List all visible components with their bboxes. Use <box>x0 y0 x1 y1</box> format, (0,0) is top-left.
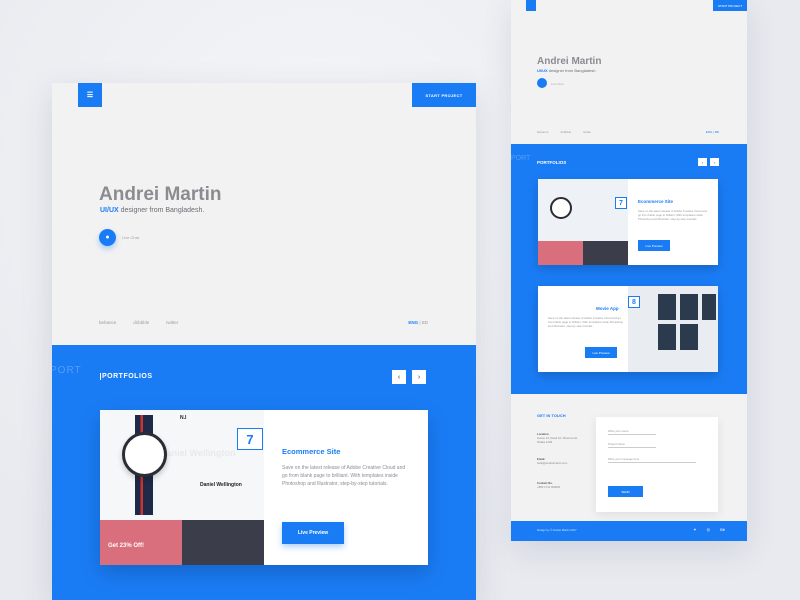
next-arrow-button[interactable]: › <box>412 370 426 384</box>
project-screenshot <box>538 179 628 265</box>
project-field[interactable]: Project Name <box>608 442 656 448</box>
contact-email: Email hello@andreimartin.com <box>537 457 568 465</box>
dribbble-icon[interactable]: ◎ <box>707 527 711 532</box>
social-link-dribbble[interactable]: dribbble <box>561 130 572 134</box>
project-title: Ecommerce Site <box>638 199 674 204</box>
lang-active[interactable]: ENG <box>408 320 418 325</box>
project-number: 7 <box>615 197 627 209</box>
menu-icon[interactable] <box>526 0 536 11</box>
hero-name: Andrei Martin <box>99 184 222 205</box>
portfolio-card-ecommerce: 7 Ecommerce Site Save on the latest rele… <box>538 179 718 265</box>
start-project-button-small[interactable]: START PROJECT <box>713 0 747 11</box>
social-link-twitter[interactable]: twitter <box>166 320 178 325</box>
live-preview-button[interactable]: Live Preview <box>638 240 670 251</box>
portfolio-section: PORT PORTFOLIOS ‹ › Daniel Wellington N.… <box>52 345 476 600</box>
lang-other[interactable]: | BD <box>418 320 428 325</box>
portfolio-card-movie: 8 Movie App Save on the latest release o… <box>538 286 718 372</box>
hero-subtitle-small: UI/UX designer from Bangladesh <box>537 68 596 73</box>
portfolio-title: PORTFOLIOS <box>100 373 153 380</box>
project-description: Save on the latest release of Adobe Crea… <box>282 465 406 487</box>
social-link-twitter[interactable]: twitter <box>583 130 591 134</box>
shot-photo-panel <box>182 520 264 565</box>
prev-arrow-button[interactable]: ‹ <box>698 158 707 166</box>
shot-product: Daniel Wellington <box>200 482 242 488</box>
message-field[interactable]: Write your message here <box>608 457 696 463</box>
live-preview-button[interactable]: Live Preview <box>282 522 344 544</box>
contact-form: Write your name Project Name Write your … <box>596 417 718 512</box>
project-title: Movie App <box>596 306 619 311</box>
role-rest: designer from Bangladesh. <box>118 207 205 214</box>
full-page-mockup: START PROJECT Andrei Martin UI/UX design… <box>511 0 747 541</box>
main-mockup: ☰ START PROJECT Andrei Martin UI/UX desi… <box>52 83 476 600</box>
hero-subtitle: UI/UX designer from Bangladesh. <box>100 207 204 214</box>
live-chat-label: Live Chat <box>122 235 139 240</box>
language-switch[interactable]: ENG | BD <box>408 320 428 325</box>
portfolio-bg-text: PORT <box>511 155 531 162</box>
hero-name-small: Andrei Martin <box>537 56 602 67</box>
live-chat-button[interactable]: ● <box>99 229 116 246</box>
portfolio-card: Daniel Wellington N.I Daniel Wellington … <box>100 410 428 565</box>
live-chat-label-small: Live Chat <box>551 82 564 86</box>
chat-icon[interactable] <box>537 78 547 88</box>
portfolio-bg-text: PORT <box>52 365 82 376</box>
social-link-dribbble[interactable]: dribbble <box>133 320 149 325</box>
footer-text: Design by © Andrei Martin 2017 <box>537 528 577 532</box>
menu-button[interactable]: ☰ <box>78 83 102 107</box>
send-button[interactable]: SEND <box>608 486 643 497</box>
menu-icon: ☰ <box>86 92 94 99</box>
social-links-small: behance dribbble twitter <box>537 130 591 134</box>
contact-location: Location House 12, Road 10, Dhanmondi, Dh… <box>537 432 578 444</box>
shot-offer: Get 23% Off! <box>108 543 145 549</box>
watch-image <box>122 432 167 477</box>
project-screenshot <box>628 286 718 372</box>
footer-social-icons: ✦ ◎ Bē <box>693 527 725 532</box>
social-link-behance[interactable]: behance <box>99 320 116 325</box>
shot-brand: N.I <box>180 415 187 421</box>
footer: Design by © Andrei Martin 2017 ✦ ◎ Bē <box>511 521 747 541</box>
role-highlight: UI/UX <box>100 207 119 214</box>
live-preview-button[interactable]: Live Preview <box>585 347 617 358</box>
behance-icon[interactable]: Bē <box>720 527 725 532</box>
project-description: Save on the latest release of Adobe Crea… <box>638 209 707 222</box>
project-title: Ecommerce Site <box>282 447 341 456</box>
portfolio-section-small: PORT PORTFOLIOS ‹ › 7 Ecommerce Site Sav… <box>511 144 747 394</box>
prev-arrow-button[interactable]: ‹ <box>392 370 406 384</box>
project-number: 7 <box>237 428 263 450</box>
contact-title: GET IN TOUCH <box>537 413 566 418</box>
shot-bg-text: Daniel Wellington <box>160 448 236 458</box>
next-arrow-button[interactable]: › <box>710 158 719 166</box>
chat-icon: ● <box>105 234 110 241</box>
start-project-button[interactable]: START PROJECT <box>412 83 476 107</box>
project-number: 8 <box>628 296 640 308</box>
language-switch-small[interactable]: ENG | BD <box>706 130 719 134</box>
social-links: behance dribbble twitter <box>99 320 178 325</box>
social-link-behance[interactable]: behance <box>537 130 549 134</box>
contact-phone: Contact No. +880 1711 000000 <box>537 481 561 489</box>
project-description: Save on the latest release of Adobe Crea… <box>548 316 624 329</box>
name-field[interactable]: Write your name <box>608 429 656 435</box>
twitter-icon[interactable]: ✦ <box>693 527 696 532</box>
portfolio-title-small: PORTFOLIOS <box>537 160 567 165</box>
